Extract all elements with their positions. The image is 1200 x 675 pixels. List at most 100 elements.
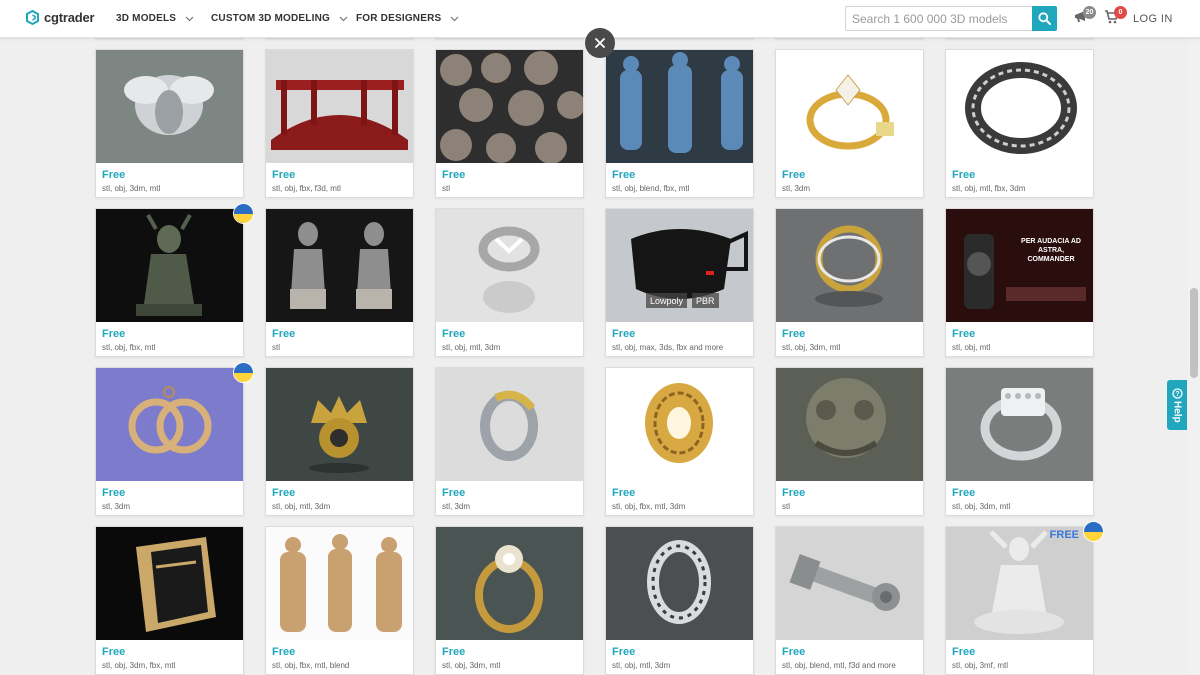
close-button[interactable] bbox=[585, 28, 615, 58]
product-thumbnail[interactable] bbox=[606, 527, 753, 640]
flower-ring-icon bbox=[436, 527, 583, 640]
product-card[interactable]: Free stl, obj, mtl, 3dm bbox=[265, 367, 414, 516]
product-price: Free bbox=[612, 646, 636, 658]
cgtrader-logo[interactable]: cgtrader bbox=[26, 10, 95, 25]
product-formats: stl, 3dm bbox=[782, 184, 811, 193]
product-card[interactable]: FREE Free stl, obj, 3mf, mtl bbox=[945, 521, 1104, 675]
product-thumbnail[interactable] bbox=[266, 50, 413, 163]
help-tab[interactable]: ? Help bbox=[1167, 380, 1187, 430]
nav-for-designers[interactable]: FOR DESIGNERS bbox=[356, 13, 459, 24]
faceted-ring-icon bbox=[96, 527, 243, 640]
product-thumbnail[interactable] bbox=[96, 209, 243, 322]
product-card[interactable]: Free stl, obj, mtl, fbx, 3dm bbox=[945, 49, 1094, 198]
product-card[interactable]: Free stl bbox=[435, 49, 584, 198]
bee-jewel-icon bbox=[96, 50, 243, 163]
product-card[interactable]: Free stl, obj, mtl, 3dm bbox=[435, 208, 584, 357]
product-price: Free bbox=[272, 487, 296, 499]
product-price: Free bbox=[782, 487, 806, 499]
product-thumbnail[interactable] bbox=[266, 209, 413, 322]
search-box bbox=[845, 6, 1057, 31]
search-input[interactable] bbox=[846, 7, 1033, 30]
product-thumbnail[interactable] bbox=[96, 50, 243, 163]
product-card[interactable]: Free stl bbox=[775, 367, 924, 516]
product-card[interactable]: Free stl, obj, 3dm, mtl bbox=[945, 367, 1094, 516]
product-card[interactable]: Free stl, obj, 3dm, fbx, mtl bbox=[95, 526, 244, 675]
chevron-down-icon bbox=[339, 16, 348, 21]
soldier-figures-icon bbox=[606, 50, 753, 163]
product-thumbnail[interactable] bbox=[606, 368, 753, 481]
product-card[interactable]: Free stl, obj, blend, fbx, mtl bbox=[605, 49, 754, 198]
product-thumbnail[interactable] bbox=[776, 50, 923, 163]
product-thumbnail[interactable] bbox=[266, 368, 413, 481]
product-card[interactable]: Free stl, 3dm bbox=[775, 49, 924, 198]
product-thumbnail[interactable] bbox=[776, 527, 923, 640]
product-card[interactable]: Free stl, obj, fbx, mtl, 3dm bbox=[605, 367, 754, 516]
product-formats: stl, obj, mtl, 3dm bbox=[612, 661, 671, 670]
product-price: Free bbox=[952, 487, 976, 499]
product-price: Free bbox=[952, 169, 976, 181]
product-thumbnail[interactable] bbox=[436, 50, 583, 163]
nav-custom-3d-modeling[interactable]: CUSTOM 3D MODELING bbox=[211, 13, 348, 24]
product-formats: stl, obj, mtl bbox=[952, 343, 991, 352]
product-formats: stl bbox=[272, 343, 280, 352]
product-thumbnail[interactable] bbox=[776, 368, 923, 481]
product-card[interactable]: Free stl, 3dm bbox=[435, 367, 584, 516]
product-card[interactable]: Free stl, obj, fbx, mtl, blend bbox=[265, 526, 414, 675]
chevron-down-icon bbox=[185, 16, 194, 21]
product-thumbnail[interactable] bbox=[946, 368, 1093, 481]
product-thumbnail[interactable] bbox=[436, 209, 583, 322]
product-thumbnail[interactable] bbox=[606, 50, 753, 163]
product-thumbnail[interactable]: PER AUDACIA AD ASTRA, COMMANDER bbox=[946, 209, 1093, 322]
product-price: Free bbox=[102, 487, 126, 499]
product-formats: stl, obj, 3dm, mtl bbox=[442, 661, 501, 670]
logo-text: cgtrader bbox=[44, 10, 95, 25]
chevron-down-icon bbox=[450, 16, 459, 21]
product-card[interactable]: PER AUDACIA AD ASTRA, COMMANDER Free stl, … bbox=[945, 208, 1094, 357]
product-thumbnail[interactable]: Lowpoly PBR bbox=[606, 209, 753, 322]
product-formats: stl, obj, fbx, mtl, 3dm bbox=[612, 502, 686, 511]
product-thumbnail[interactable] bbox=[266, 527, 413, 640]
free-badge: FREE bbox=[1049, 529, 1079, 541]
product-formats: stl, obj, 3dm, mtl bbox=[102, 184, 161, 193]
product-card[interactable]: Free stl, obj, 3dm, mtl bbox=[95, 49, 244, 198]
product-thumbnail[interactable] bbox=[776, 209, 923, 322]
product-card[interactable]: Free stl, obj, fbx, f3d, mtl bbox=[265, 49, 414, 198]
product-thumbnail[interactable]: FREE bbox=[946, 527, 1093, 640]
product-card[interactable]: Free stl, obj, blend, mtl, f3d and more bbox=[775, 526, 924, 675]
product-formats: stl, obj, mtl, 3dm bbox=[272, 502, 331, 511]
product-price: Free bbox=[442, 169, 466, 181]
product-card[interactable]: Free stl, obj, 3dm, mtl bbox=[435, 526, 584, 675]
page-scrollbar[interactable] bbox=[1188, 38, 1200, 675]
product-formats: stl, obj, mtl, 3dm bbox=[442, 343, 501, 352]
product-card[interactable]: Lowpoly PBR Free stl, obj, max, 3ds, fbx an… bbox=[605, 208, 754, 357]
product-price: Free bbox=[272, 328, 296, 340]
product-formats: stl bbox=[782, 502, 790, 511]
search-button[interactable] bbox=[1032, 6, 1057, 31]
product-formats: stl, obj, 3dm, mtl bbox=[782, 343, 841, 352]
product-card[interactable]: Free stl bbox=[265, 208, 414, 357]
product-thumbnail[interactable] bbox=[436, 527, 583, 640]
notifications-button[interactable]: 20 bbox=[1073, 6, 1096, 29]
product-thumbnail[interactable] bbox=[946, 50, 1093, 163]
product-price: Free bbox=[782, 328, 806, 340]
twin-statues-icon bbox=[266, 209, 413, 322]
product-thumbnail[interactable] bbox=[436, 368, 583, 481]
product-price: Free bbox=[102, 646, 126, 658]
product-thumbnail[interactable] bbox=[96, 527, 243, 640]
product-card[interactable]: Free stl, 3dm bbox=[95, 362, 254, 516]
product-card[interactable]: Free stl, obj, fbx, mtl bbox=[95, 203, 254, 357]
scrollbar-thumb[interactable] bbox=[1190, 288, 1198, 378]
cart-button[interactable]: 0 bbox=[1104, 6, 1127, 29]
product-card[interactable]: Free stl, obj, 3dm, mtl bbox=[775, 208, 924, 357]
ukraine-flag-icon bbox=[1083, 521, 1104, 542]
login-link[interactable]: LOG IN bbox=[1133, 13, 1173, 25]
nav-label: CUSTOM 3D MODELING bbox=[211, 13, 330, 24]
product-formats: stl, obj, fbx, mtl, blend bbox=[272, 661, 350, 670]
product-price: Free bbox=[952, 646, 976, 658]
nav-3d-models[interactable]: 3D MODELS bbox=[116, 13, 194, 24]
product-thumbnail[interactable] bbox=[96, 368, 243, 481]
product-price: Free bbox=[612, 487, 636, 499]
cgtrader-logo-icon bbox=[26, 10, 39, 25]
help-label: Help bbox=[1171, 400, 1183, 423]
product-card[interactable]: Free stl, obj, mtl, 3dm bbox=[605, 526, 754, 675]
